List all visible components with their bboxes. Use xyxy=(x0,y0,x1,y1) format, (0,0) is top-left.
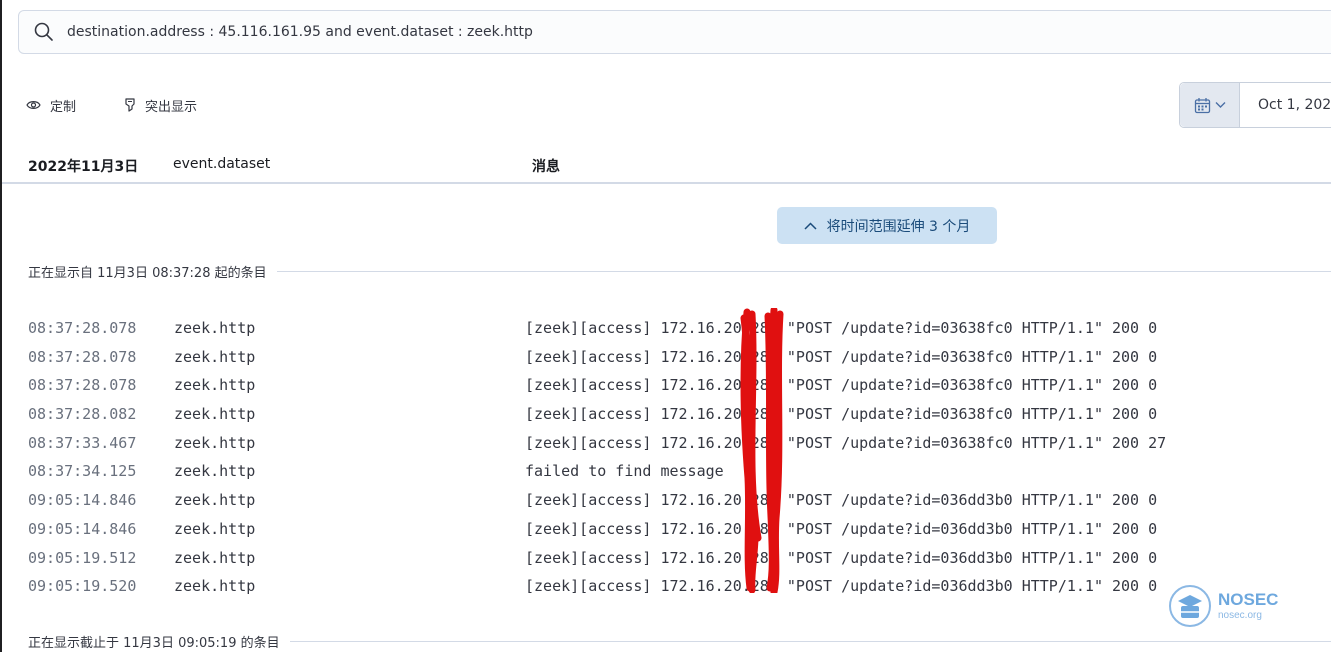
log-dataset: zeek.http xyxy=(174,519,256,538)
watermark-url: nosec.org xyxy=(1218,610,1262,621)
log-row[interactable]: 09:05:19.512 zeek.http [zeek][access] 17… xyxy=(2,545,1331,574)
extend-time-range-button[interactable]: 将时间范围延伸 3 个月 xyxy=(777,207,997,244)
highlighter-icon xyxy=(125,98,135,112)
log-timestamp: 08:37:33.467 xyxy=(28,433,137,452)
chevron-down-icon xyxy=(1215,102,1225,108)
log-dataset: zeek.http xyxy=(174,548,256,567)
column-header-dataset[interactable]: event.dataset xyxy=(173,156,270,172)
log-row[interactable]: 08:37:28.078 zeek.http [zeek][access] 17… xyxy=(2,315,1331,344)
log-dataset: zeek.http xyxy=(174,491,256,510)
log-message: [zeek][access] 172.16.20.28 "POST /updat… xyxy=(525,376,1158,395)
log-dataset: zeek.http xyxy=(174,376,256,395)
customize-label: 定制 xyxy=(50,99,77,115)
log-timestamp: 09:05:14.846 xyxy=(28,519,137,538)
log-row[interactable]: 08:37:28.078 zeek.http [zeek][access] 17… xyxy=(2,344,1331,373)
log-timestamp: 08:37:28.078 xyxy=(28,376,137,395)
log-dataset: zeek.http xyxy=(174,433,256,452)
stream-start-divider: 正在显示自 11月3日 08:37:28 起的条目 xyxy=(28,261,1331,281)
column-headers: 2022年11月3日 event.dataset 消息 xyxy=(2,150,1331,184)
log-message: failed to find message xyxy=(525,462,724,481)
extend-time-range-label: 将时间范围延伸 3 个月 xyxy=(826,218,971,235)
log-timestamp: 09:05:19.512 xyxy=(28,548,137,567)
log-row[interactable]: 08:37:28.078 zeek.http [zeek][access] 17… xyxy=(2,372,1331,401)
calendar-icon xyxy=(1194,97,1210,113)
customize-button[interactable]: 定制 xyxy=(26,95,76,115)
log-dataset: zeek.http xyxy=(174,405,256,424)
log-message: [zeek][access] 172.16.20.28 "POST /updat… xyxy=(525,347,1158,366)
nosec-watermark: NOSEC nosec.org xyxy=(1168,584,1278,628)
log-timestamp: 08:37:28.082 xyxy=(28,405,137,424)
log-row[interactable]: 09:05:14.846 zeek.http [zeek][access] 17… xyxy=(2,487,1331,516)
log-dataset: zeek.http xyxy=(174,577,256,596)
log-message: [zeek][access] 172.16.20.28 "POST /updat… xyxy=(525,491,1158,510)
chevron-up-icon xyxy=(804,221,817,230)
log-row[interactable]: 09:05:19.520 zeek.http [zeek][access] 17… xyxy=(2,573,1331,602)
quick-select-button[interactable] xyxy=(1180,83,1240,127)
log-timestamp: 08:37:28.078 xyxy=(28,347,137,366)
stream-end-divider: 正在显示截止于 11月3日 09:05:19 的条目 xyxy=(28,631,1331,651)
highlight-button[interactable]: 突出显示 xyxy=(124,95,197,115)
log-message: [zeek][access] 172.16.20.28 "POST /updat… xyxy=(525,577,1158,596)
column-header-date[interactable]: 2022年11月3日 xyxy=(28,156,138,176)
log-row[interactable]: 08:37:34.125 zeek.http failed to find me… xyxy=(2,458,1331,487)
search-query[interactable]: destination.address : 45.116.161.95 and … xyxy=(67,24,533,40)
log-message: [zeek][access] 172.16.20.28 "POST /updat… xyxy=(525,319,1158,337)
column-header-message[interactable]: 消息 xyxy=(532,156,560,176)
date-picker: Oct 1, 2022 xyxy=(1179,82,1331,128)
nosec-logo-icon xyxy=(1169,585,1211,627)
log-row[interactable]: 08:37:33.467 zeek.http [zeek][access] 17… xyxy=(2,430,1331,459)
log-dataset: zeek.http xyxy=(174,347,256,366)
log-timestamp: 08:37:28.078 xyxy=(28,319,137,337)
watermark-brand: NOSEC xyxy=(1218,590,1279,609)
log-message: [zeek][access] 172.16.20.28 "POST /updat… xyxy=(525,405,1158,424)
log-message: [zeek][access] 172.16.20.28 "POST /updat… xyxy=(525,519,1158,538)
stream-start-label: 正在显示自 11月3日 08:37:28 起的条目 xyxy=(28,265,267,281)
log-dataset: zeek.http xyxy=(174,462,256,481)
log-timestamp: 09:05:14.846 xyxy=(28,491,137,510)
search-icon xyxy=(34,22,53,41)
logs-stream-view: destination.address : 45.116.161.95 and … xyxy=(2,0,1331,652)
log-row[interactable]: 09:05:14.846 zeek.http [zeek][access] 17… xyxy=(2,516,1331,545)
log-message: [zeek][access] 172.16.20.28 "POST /updat… xyxy=(525,548,1158,567)
eye-icon xyxy=(26,101,41,109)
start-date[interactable]: Oct 1, 2022 xyxy=(1240,83,1331,127)
log-dataset: zeek.http xyxy=(174,319,256,337)
log-timestamp: 09:05:19.520 xyxy=(28,577,137,596)
redaction-scribble xyxy=(740,308,784,593)
divider-line xyxy=(289,640,1331,642)
log-timestamp: 08:37:34.125 xyxy=(28,462,137,481)
highlight-label: 突出显示 xyxy=(145,99,198,115)
log-row[interactable]: 08:37:28.082 zeek.http [zeek][access] 17… xyxy=(2,401,1331,430)
stream-end-label: 正在显示截止于 11月3日 09:05:19 的条目 xyxy=(28,635,280,651)
log-message: [zeek][access] 172.16.20.28 "POST /updat… xyxy=(525,433,1167,452)
search-bar[interactable]: destination.address : 45.116.161.95 and … xyxy=(18,10,1331,54)
divider-line xyxy=(276,270,1331,272)
log-list: 08:37:28.078 zeek.http [zeek][access] 17… xyxy=(2,315,1331,602)
